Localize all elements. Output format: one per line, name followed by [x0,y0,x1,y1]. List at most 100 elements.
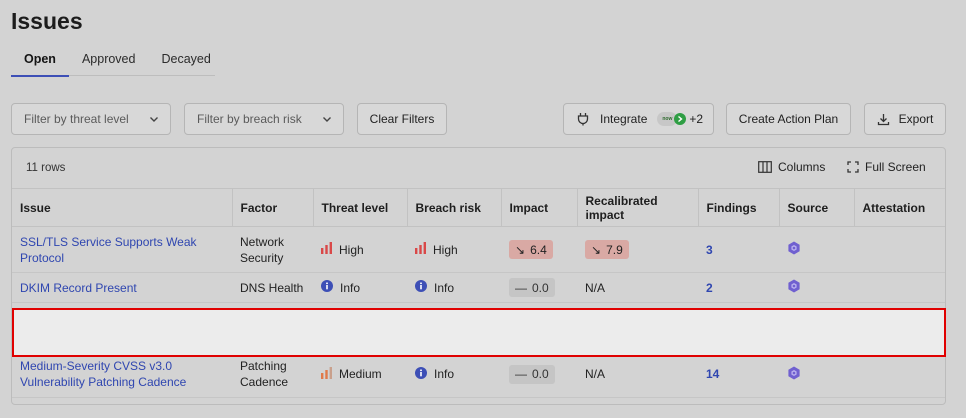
cell-factor: Patching Cadence [232,350,313,398]
cell-threat-level: Info [313,272,407,303]
impact-value: 6.4 [530,242,547,257]
columns-icon [758,161,772,173]
bar-medium-icon [321,366,339,382]
threat-level: Info [321,280,360,295]
cell-threat-level: High [313,226,407,273]
clear-filters-button[interactable]: Clear Filters [357,103,447,135]
cell-recalibrated-impact: N/A [577,272,698,303]
table-row[interactable]: DKIM Record Present DNS Health Info Info — 0.… [12,272,945,303]
threat-level: Medium [321,366,382,382]
info-icon [415,280,434,295]
impact-chip: — 0.0 [509,364,555,384]
integration-logos: now +2 [657,112,703,126]
selected-row-highlight [12,308,946,357]
recalibrated-impact-value: N/A [585,367,606,381]
findings-link[interactable]: 2 [706,281,713,295]
issues-table-panel: 11 rows Columns Full Screen Issue Factor… [11,147,946,405]
integrate-more-count: +2 [689,112,704,126]
bar-high-icon [415,242,433,257]
cell-source [779,272,854,303]
cell-impact: — 0.0 [501,350,577,398]
create-action-plan-button[interactable]: Create Action Plan [726,103,851,135]
issue-link[interactable]: Medium-Severity CVSS v3.0 Vulnerability … [20,358,232,390]
arrow-right-icon [674,113,687,125]
export-button[interactable]: Export [864,103,946,135]
column-header-issue[interactable]: Issue [12,188,233,227]
findings-link[interactable]: 14 [706,367,719,381]
source-hexagon-icon[interactable] [787,366,801,383]
cell-attestation [854,350,945,398]
info-icon [321,280,340,295]
cell-impact: — 0.0 [501,272,577,303]
cell-breach-risk: Info [407,272,501,303]
tab-open[interactable]: Open [11,46,69,77]
threat-level-filter[interactable]: Filter by threat level [11,103,171,135]
impact-value: 0.0 [532,367,549,381]
column-header-impact[interactable]: Impact [501,188,578,227]
column-header-breach-risk[interactable]: Breach risk [407,188,502,227]
issue-link[interactable]: DKIM Record Present [20,280,137,296]
source-hexagon-icon[interactable] [787,241,801,258]
cell-attestation [854,272,945,303]
table-header-row: Issue Factor Threat level Breach risk Im… [12,188,945,227]
column-header-attestation[interactable]: Attestation [854,188,945,227]
clear-filters-label: Clear Filters [369,112,435,126]
threat-level-label: Medium [339,367,382,381]
source-hexagon-icon[interactable] [787,279,801,296]
recalibrated-impact-value: 7.9 [606,242,623,257]
dash-icon: — [515,367,527,381]
dash-icon: — [515,280,527,295]
cell-issue: Medium-Severity CVSS v3.0 Vulnerability … [12,350,232,398]
cell-impact: ↘ 6.4 [501,226,577,273]
full-screen-label: Full Screen [865,160,926,174]
cell-findings: 2 [698,272,779,303]
column-header-recalibrated-impact[interactable]: Recalibrated impact [577,188,699,227]
cell-factor: Network Security [232,226,313,273]
breach-risk: Info [415,366,455,382]
cell-source [779,226,854,273]
bar-high-icon [321,242,339,257]
chevron-down-icon [323,117,331,122]
info-icon [415,366,434,382]
full-screen-button[interactable]: Full Screen [847,160,926,174]
table-row[interactable]: Medium-Severity CVSS v3.0 Vulnerability … [12,350,945,398]
trend-down-icon: ↘ [591,242,602,257]
integrate-button[interactable]: Integrate now +2 [563,103,714,135]
cell-breach-risk: High [407,226,501,273]
cell-attestation [854,226,945,273]
issue-link[interactable]: SSL/TLS Service Supports Weak Protocol [20,234,232,266]
tab-bar: Open Approved Decayed [11,46,215,77]
table-row[interactable]: SSL/TLS Service Supports Weak Protocol Ne… [12,226,945,273]
column-header-source[interactable]: Source [779,188,855,227]
tab-approved[interactable]: Approved [69,46,149,76]
threat-level-label: Info [340,280,361,295]
threat-level-filter-label: Filter by threat level [24,112,129,126]
plug-icon [577,113,589,126]
breach-risk: High [415,242,458,257]
column-header-factor[interactable]: Factor [232,188,314,227]
column-header-threat-level[interactable]: Threat level [313,188,408,227]
impact-value: 0.0 [532,280,549,295]
cell-factor: DNS Health [232,272,313,303]
breach-risk-filter[interactable]: Filter by breach risk [184,103,344,135]
findings-link[interactable]: 3 [706,243,713,257]
download-icon [877,113,889,125]
cell-issue: SSL/TLS Service Supports Weak Protocol [12,226,232,273]
trend-down-icon: ↘ [515,242,526,257]
issues-table: Issue Factor Threat level Breach risk Im… [12,188,945,398]
factor-label: Network Security [240,234,285,265]
threat-level-label: High [339,242,364,257]
cell-breach-risk: Info [407,350,501,398]
factor-label: DNS Health [240,280,304,295]
breach-risk-label: Info [434,280,455,295]
columns-label: Columns [778,160,826,174]
breach-risk-label: Info [434,367,455,381]
cell-recalibrated-impact: N/A [577,350,698,398]
cell-source [779,350,854,398]
column-header-findings[interactable]: Findings [698,188,780,227]
columns-button[interactable]: Columns [758,160,825,174]
integrate-label: Integrate [600,112,648,126]
recalibrated-impact-chip: ↘ 7.9 [585,240,629,259]
factor-label: Patching Cadence [240,359,289,389]
tab-decayed[interactable]: Decayed [148,46,223,76]
